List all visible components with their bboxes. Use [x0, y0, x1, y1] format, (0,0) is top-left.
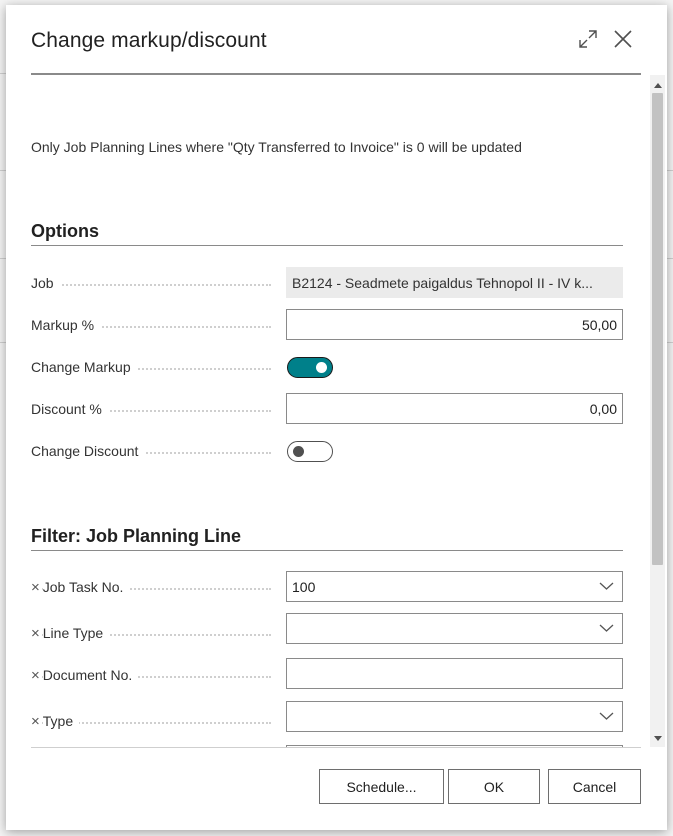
change-discount-label-text: Change Discount	[31, 443, 145, 459]
line-type-label-text: Line Type	[42, 625, 110, 641]
remove-filter-button[interactable]: ×	[31, 712, 40, 730]
dialog-content: Only Job Planning Lines where "Qty Trans…	[6, 75, 650, 747]
options-section-divider	[31, 245, 623, 246]
job-task-no-label-text: Job Task No.	[42, 579, 130, 595]
scroll-down-button[interactable]	[650, 733, 665, 745]
expand-icon	[579, 30, 597, 48]
chevron-down-icon	[599, 624, 614, 632]
caret-up-icon	[653, 83, 662, 88]
close-icon	[614, 30, 632, 48]
filter-section-divider	[31, 550, 623, 551]
job-task-no-value: 100	[292, 578, 316, 595]
change-discount-label: Change Discount	[31, 441, 271, 461]
remove-filter-button[interactable]: ×	[31, 666, 40, 684]
chevron-down-icon	[599, 712, 614, 720]
job-label-text: Job	[31, 275, 60, 291]
vertical-scrollbar[interactable]	[650, 75, 665, 747]
change-markup-label: Change Markup	[31, 357, 271, 377]
line-type-select[interactable]	[286, 613, 623, 644]
job-task-no-select[interactable]: 100	[286, 571, 623, 602]
discount-label: Discount %	[31, 399, 271, 419]
remove-filter-button[interactable]: ×	[31, 624, 40, 642]
cancel-button[interactable]: Cancel	[548, 769, 641, 804]
type-label-text: Type	[42, 713, 80, 729]
job-field[interactable]: B2124 - Seadmete paigaldus Tehnopol II -…	[286, 267, 623, 298]
options-section-title: Options	[31, 221, 99, 241]
filter-section-title: Filter: Job Planning Line	[31, 526, 242, 546]
document-no-label: × Document No.	[31, 665, 271, 685]
label-leader-dots	[31, 284, 271, 286]
caret-down-icon	[653, 736, 662, 741]
discount-percent-input[interactable]: 0,00	[286, 393, 623, 424]
discount-label-text: Discount %	[31, 401, 108, 417]
footer-divider	[31, 747, 641, 748]
job-label: Job	[31, 273, 271, 293]
remove-filter-button[interactable]: ×	[31, 578, 40, 596]
document-no-input[interactable]	[286, 658, 623, 689]
change-markup-discount-dialog: Change markup/discount Only Job Planning…	[6, 5, 667, 830]
close-button[interactable]	[609, 25, 637, 53]
job-task-no-label: × Job Task No.	[31, 577, 271, 597]
change-markup-toggle[interactable]	[287, 357, 333, 378]
type-label: × Type	[31, 711, 271, 731]
info-message: Only Job Planning Lines where "Qty Trans…	[31, 139, 522, 155]
document-no-label-text: Document No.	[42, 667, 139, 683]
chevron-down-icon	[599, 582, 614, 590]
change-markup-label-text: Change Markup	[31, 359, 137, 375]
markup-percent-input[interactable]: 50,00	[286, 309, 623, 340]
change-discount-toggle[interactable]	[287, 441, 333, 462]
scrollbar-thumb[interactable]	[652, 93, 663, 565]
scroll-up-button[interactable]	[650, 79, 665, 91]
ok-button[interactable]: OK	[448, 769, 540, 804]
markup-label: Markup %	[31, 315, 271, 335]
line-type-label: × Line Type	[31, 623, 271, 643]
type-select[interactable]	[286, 701, 623, 732]
markup-label-text: Markup %	[31, 317, 101, 333]
schedule-button[interactable]: Schedule...	[319, 769, 444, 804]
expand-button[interactable]	[574, 25, 602, 53]
dialog-title: Change markup/discount	[31, 29, 267, 52]
